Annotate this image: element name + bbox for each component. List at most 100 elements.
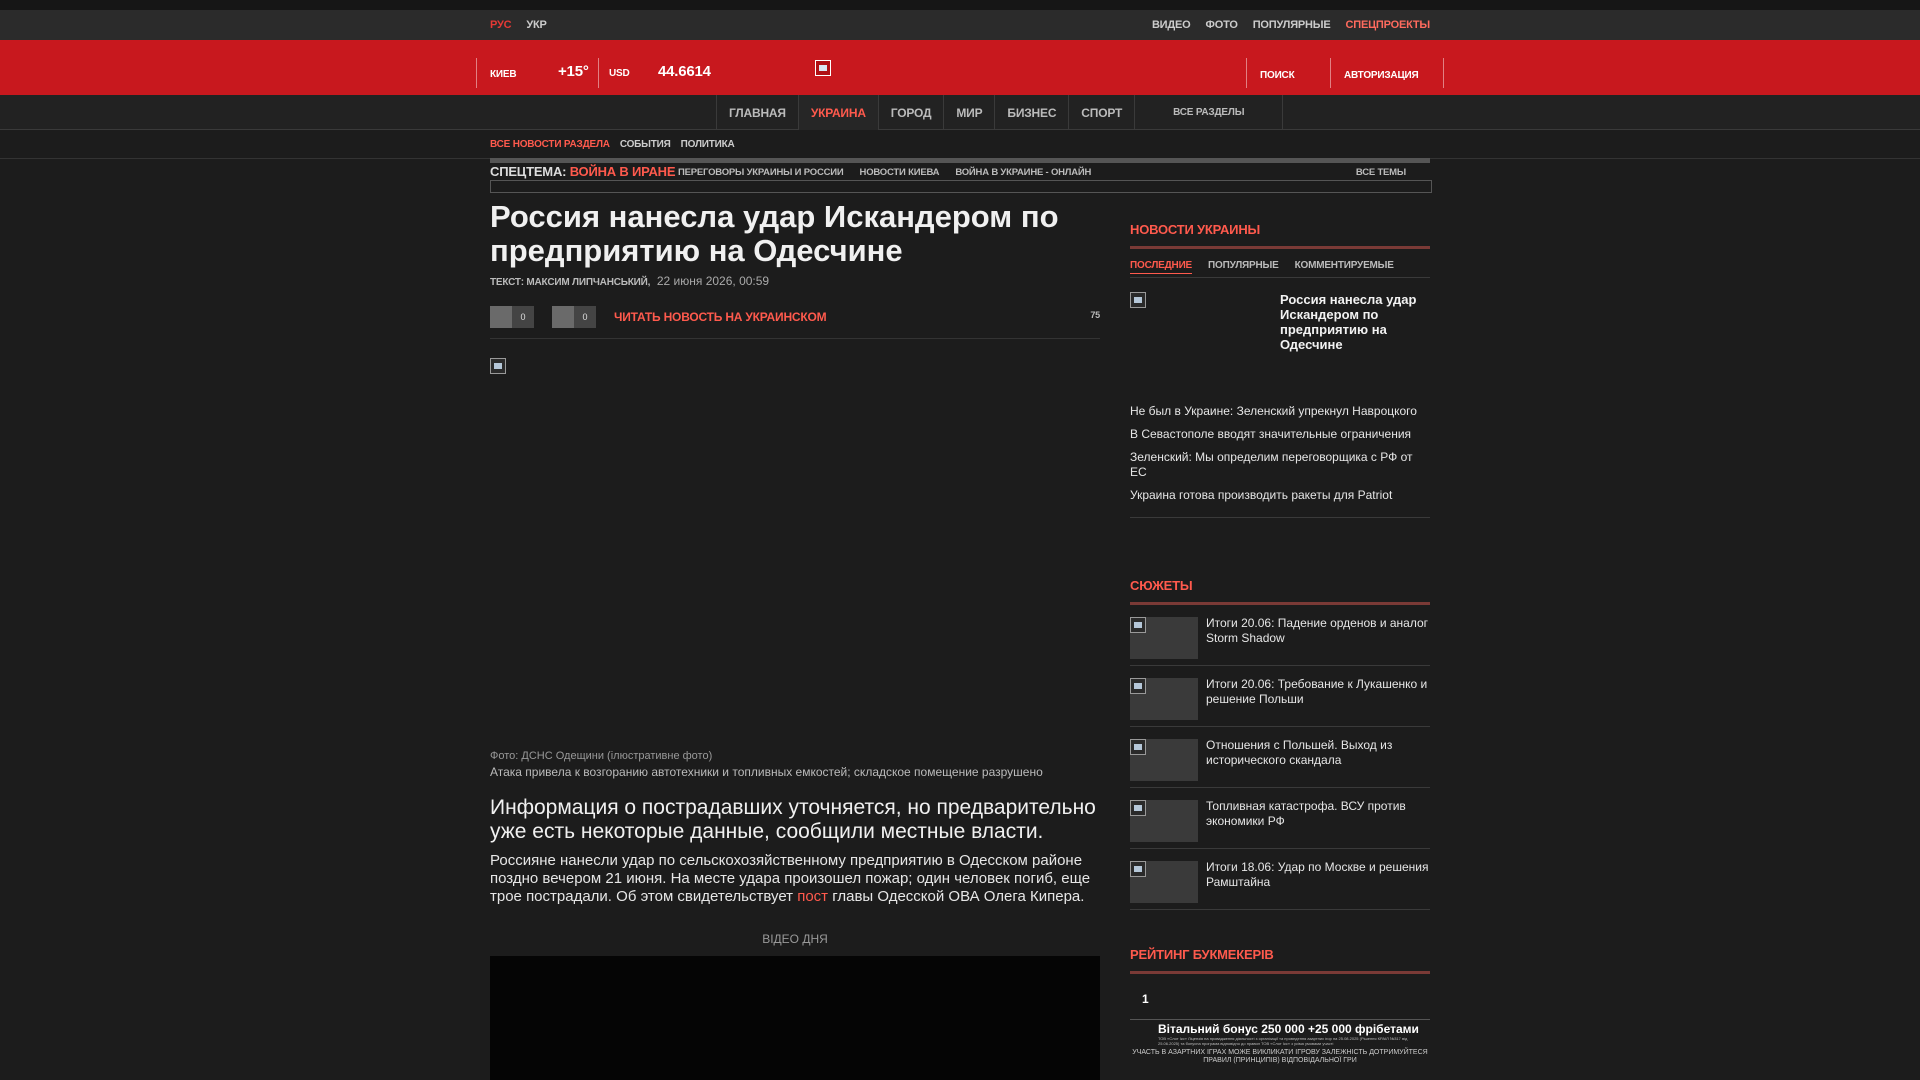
broken-image-icon bbox=[490, 358, 506, 374]
share-icon bbox=[552, 306, 574, 328]
divider bbox=[1130, 1019, 1430, 1020]
broken-image-icon bbox=[1130, 617, 1146, 633]
nav-business[interactable]: БИЗНЕС bbox=[995, 95, 1070, 130]
share-icon bbox=[490, 306, 512, 328]
nav-home[interactable]: ГЛАВНАЯ bbox=[717, 95, 799, 130]
subnav-politics[interactable]: ПОЛИТИКА bbox=[681, 139, 735, 150]
sidebar-news-title[interactable]: НОВОСТИ УКРАИНЫ bbox=[1130, 222, 1430, 240]
divider bbox=[1130, 277, 1430, 278]
tab-commented[interactable]: КОММЕНТИРУЕМЫЕ bbox=[1295, 260, 1394, 274]
divider bbox=[1130, 517, 1430, 518]
top-strip bbox=[0, 0, 1920, 10]
bookmaker-rating: РЕЙТИНГ БУКМЕКЕРІВ 1 Вітальний бонус 250… bbox=[1130, 947, 1430, 1065]
gambling-warning: УЧАСТЬ В АЗАРТНИХ ІГРАХ МОЖЕ ВИКЛИКАТИ І… bbox=[1132, 1049, 1428, 1064]
divider bbox=[1443, 58, 1444, 88]
all-topics-link[interactable]: ВСЕ ТЕМЫ bbox=[1356, 167, 1406, 178]
article-meta: ТЕКСТ: МАКСИМ ЛИПЧАНСЬКИЙ, 22 июня 2026,… bbox=[490, 274, 1100, 290]
story-title[interactable]: Итоги 20.06: Требование к Лукашенко и ре… bbox=[1206, 677, 1430, 707]
theme-link-war-online[interactable]: ВОЙНА В УКРАИНЕ - ОНЛАЙН bbox=[955, 167, 1091, 178]
lang-rus-link[interactable]: РУС bbox=[490, 19, 512, 31]
nav-all-sections[interactable]: ВСЕ РАЗДЕЛЫ bbox=[1135, 95, 1284, 130]
nav-city[interactable]: ГОРОД bbox=[879, 95, 945, 130]
share-button-2[interactable]: 0 bbox=[552, 306, 597, 328]
special-theme-row: СПЕЦТЕМА: ВОЙНА В ИРАНЕ ПЕРЕГОВОРЫ УКРАИ… bbox=[490, 164, 1430, 180]
story-title[interactable]: Топливная катастрофа. ВСУ против экономи… bbox=[1206, 799, 1430, 829]
story-item[interactable]: Итоги 20.06: Требование к Лукашенко и ре… bbox=[1130, 666, 1430, 727]
stories-section: СЮЖЕТЫ Итоги 20.06: Падение орденов и ан… bbox=[1130, 578, 1430, 910]
theme-link-kyiv-news[interactable]: НОВОСТИ КИЕВА bbox=[860, 167, 940, 178]
story-item[interactable]: Итоги 18.06: Удар по Москве и решения Ра… bbox=[1130, 849, 1430, 910]
divider bbox=[490, 158, 1430, 163]
nav-world[interactable]: МИР bbox=[944, 95, 996, 130]
special-theme-label: СПЕЦТЕМА: ВОЙНА В ИРАНЕ bbox=[490, 164, 676, 179]
special-theme-link[interactable]: ВОЙНА В ИРАНЕ bbox=[570, 164, 676, 179]
article-title: Россия нанесла удар Искандером по предпр… bbox=[490, 199, 1059, 268]
article-body: Россияне нанесли удар по сельскохозяйств… bbox=[490, 852, 1100, 906]
special-projects-link[interactable]: СПЕЦПРОЕКТЫ bbox=[1346, 19, 1431, 31]
list-item[interactable]: Зеленский: Мы определим переговорщика с … bbox=[1130, 450, 1430, 480]
broken-image-icon bbox=[1130, 800, 1146, 816]
subnav-all-news[interactable]: ВСЕ НОВОСТИ РАЗДЕЛА bbox=[490, 139, 610, 150]
source-post-link[interactable]: пост bbox=[797, 888, 828, 905]
story-item[interactable]: Отношения с Польшей. Выход из историческ… bbox=[1130, 727, 1430, 788]
body-text: главы Одесской ОВА Олега Кипера. bbox=[828, 888, 1085, 905]
currency-label: USD bbox=[609, 68, 630, 79]
tab-popular[interactable]: ПОПУЛЯРНЫЕ bbox=[1208, 260, 1279, 274]
login-button[interactable]: АВТОРИЗАЦИЯ bbox=[1344, 70, 1419, 81]
comments-count[interactable]: 75 bbox=[1090, 310, 1100, 320]
rating-bonus[interactable]: Вітальний бонус 250 000 +25 000 фрібетам… bbox=[1158, 1022, 1430, 1036]
broken-image-icon bbox=[1130, 739, 1146, 755]
video-of-day-label: ВІДЕО ДНЯ bbox=[762, 932, 828, 946]
article-date: 22 июня 2026, 00:59 bbox=[656, 274, 770, 288]
language-switcher: РУС УКР bbox=[490, 19, 547, 31]
nav-sport[interactable]: СПОРТ bbox=[1069, 95, 1136, 130]
story-item[interactable]: Топливная катастрофа. ВСУ против экономи… bbox=[1130, 788, 1430, 849]
news-list: Не был в Украине: Зеленский упрекнул Нав… bbox=[1130, 404, 1430, 503]
divider bbox=[476, 58, 477, 88]
list-item[interactable]: В Севастополе вводят значительные ограни… bbox=[1130, 427, 1430, 442]
broken-image-icon bbox=[1130, 292, 1146, 308]
share-count: 0 bbox=[512, 306, 534, 328]
stories-title[interactable]: СЮЖЕТЫ bbox=[1130, 578, 1430, 596]
photo-credit: Фото: ДСНС Одещини (ілюстративне фото) bbox=[490, 750, 713, 762]
divider bbox=[1330, 58, 1331, 88]
broken-image-icon bbox=[1130, 678, 1146, 694]
theme-link-negotiations[interactable]: ПЕРЕГОВОРЫ УКРАИНЫ И РОССИИ bbox=[678, 167, 844, 178]
story-thumbnail bbox=[1130, 678, 1198, 720]
sub-nav-items: ВСЕ НОВОСТИ РАЗДЕЛА СОБЫТИЯ ПОЛИТИКА bbox=[490, 139, 735, 150]
special-theme-box bbox=[490, 180, 1432, 193]
lang-ukr-link[interactable]: УКР bbox=[526, 19, 546, 31]
list-item[interactable]: Не был в Украине: Зеленский упрекнул Нав… bbox=[1130, 404, 1430, 419]
video-link[interactable]: ВИДЕО bbox=[1152, 19, 1191, 31]
featured-news-title[interactable]: Россия нанесла удар Искандером по предпр… bbox=[1280, 292, 1430, 352]
read-in-ukrainian-link[interactable]: ЧИТАТЬ НОВОСТЬ НА УКРАИНСКОМ bbox=[614, 310, 827, 324]
video-player[interactable] bbox=[490, 956, 1100, 1080]
story-title[interactable]: Отношения с Польшей. Выход из историческ… bbox=[1206, 738, 1430, 768]
nav-ukraine[interactable]: УКРАИНА bbox=[798, 95, 879, 130]
subnav-events[interactable]: СОБЫТИЯ bbox=[620, 139, 671, 150]
story-title[interactable]: Итоги 18.06: Удар по Москве и решения Ра… bbox=[1206, 860, 1430, 890]
search-button[interactable]: ПОИСК bbox=[1260, 70, 1295, 81]
photo-link[interactable]: ФОТО bbox=[1206, 19, 1238, 31]
story-thumbnail bbox=[1130, 739, 1198, 781]
list-item[interactable]: Украина готова производить ракеты для Pa… bbox=[1130, 488, 1430, 503]
article: Россия нанесла удар Искандером по предпр… bbox=[490, 199, 1100, 1080]
special-theme-bar: СПЕЦТЕМА: ВОЙНА В ИРАНЕ ПЕРЕГОВОРЫ УКРАИ… bbox=[490, 158, 1432, 193]
site-logo-icon[interactable] bbox=[815, 60, 831, 76]
story-item[interactable]: Итоги 20.06: Падение орденов и аналог St… bbox=[1130, 605, 1430, 666]
weather-temperature: +15° bbox=[558, 63, 589, 80]
city-label[interactable]: КИЕВ bbox=[490, 69, 517, 80]
rating-fine-print: ТОВ «Слот Ікс» Ліцензія на провадження д… bbox=[1158, 1036, 1408, 1046]
story-thumbnail bbox=[1130, 617, 1198, 659]
featured-news-item[interactable]: Россия нанесла удар Искандером по предпр… bbox=[1130, 292, 1430, 404]
share-button-1[interactable]: 0 bbox=[490, 306, 535, 328]
top-bar: РУС УКР ВИДЕО ФОТО ПОПУЛЯРНЫЕ СПЕЦПРОЕКТ… bbox=[0, 10, 1920, 40]
story-title[interactable]: Итоги 20.06: Падение орденов и аналог St… bbox=[1206, 616, 1430, 646]
popular-link[interactable]: ПОПУЛЯРНЫЕ bbox=[1253, 19, 1331, 31]
article-author[interactable]: ТЕКСТ: МАКСИМ ЛИПЧАНСЬКИЙ, bbox=[490, 277, 650, 288]
rating-number: 1 bbox=[1142, 992, 1149, 1006]
sidebar-tabs: ПОСЛЕДНИЕ ПОПУЛЯРНЫЕ КОММЕНТИРУЕМЫЕ bbox=[1130, 260, 1430, 274]
rating-title: РЕЙТИНГ БУКМЕКЕРІВ bbox=[1130, 947, 1274, 962]
story-thumbnail bbox=[1130, 861, 1198, 903]
tab-latest[interactable]: ПОСЛЕДНИЕ bbox=[1130, 260, 1192, 274]
